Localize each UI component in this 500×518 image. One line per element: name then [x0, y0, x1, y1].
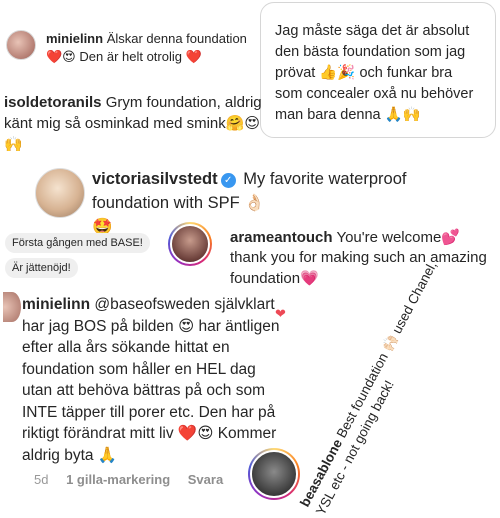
avatar[interactable]	[248, 448, 300, 500]
emoji: 👌🏻	[244, 193, 265, 212]
emoji: 😍	[177, 316, 195, 335]
avatar[interactable]	[168, 222, 212, 266]
comment: minielinn @baseofsweden självklart har j…	[22, 294, 282, 466]
message-chip: Är jättenöjd!	[5, 258, 78, 278]
username[interactable]: arameantouch	[230, 229, 333, 246]
avatar[interactable]	[35, 168, 85, 218]
comment-text: You're welcome	[336, 229, 442, 246]
emoji: ❤️	[185, 50, 202, 65]
timestamp: 5d	[34, 472, 49, 487]
mention-link[interactable]: @baseofsweden	[94, 296, 210, 313]
emoji: ❤️😍	[177, 424, 214, 442]
emoji: ❤️😍	[46, 50, 76, 65]
avatar-image	[250, 450, 298, 498]
avatar-image	[170, 224, 210, 264]
verified-badge-icon: ✓	[220, 173, 236, 188]
comment-meta: 5d 1 gilla-markering Svara	[34, 472, 237, 487]
comment-text: Den är helt otrolig	[79, 49, 182, 64]
avatar[interactable]	[3, 292, 21, 322]
emoji: 💗	[300, 269, 319, 287]
username[interactable]: victoriasilvstedt	[92, 170, 218, 188]
emoji: 👍🎉	[319, 65, 356, 81]
comment-text: Älskar denna foundation	[106, 31, 247, 46]
username[interactable]: minielinn	[46, 31, 103, 46]
message-chip: Första gången med BASE!	[5, 233, 150, 253]
emoji: 🙏🙌	[384, 107, 421, 123]
message-bubble: Jag måste säga det är absolut den bästa …	[260, 2, 496, 138]
username[interactable]: isoldetoranils	[4, 94, 102, 111]
emoji: 🙏	[97, 445, 118, 464]
emoji: 🙌🏻	[379, 332, 402, 355]
reply-button[interactable]: Svara	[188, 472, 223, 487]
comment-text: har äntligen efter alla års sökande hitt…	[22, 317, 280, 443]
likes-count[interactable]: 1 gilla-markering	[66, 472, 170, 487]
comment: minielinn Älskar denna foundation ❤️😍 De…	[46, 30, 266, 67]
avatar[interactable]	[6, 30, 36, 60]
username[interactable]: minielinn	[22, 296, 90, 313]
comment-text: used Chanel, YSL etc - not going back!	[312, 258, 440, 518]
comment: isoldetoranils Grym foundation, aldrig k…	[4, 92, 264, 155]
